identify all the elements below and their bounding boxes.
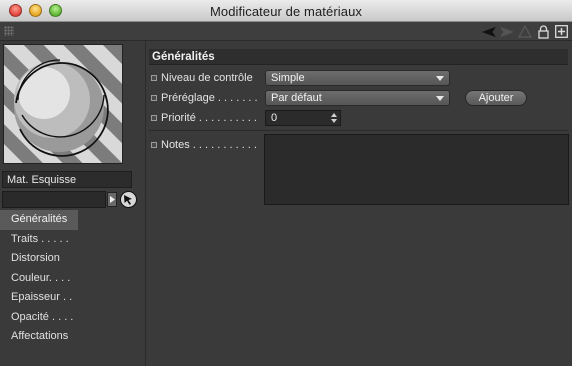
nav-item-epaisseur[interactable]: Epaisseur . .	[0, 288, 146, 308]
search-row	[2, 191, 137, 209]
arrow-left-icon[interactable]	[482, 25, 496, 39]
window-title: Modificateur de matériaux	[209, 4, 363, 19]
chevron-down-icon	[436, 76, 444, 81]
arrow-right-icon[interactable]	[500, 25, 514, 39]
preset-dropdown[interactable]: Par défaut	[265, 90, 450, 106]
animate-toggle[interactable]	[151, 142, 157, 148]
grip-icon[interactable]	[4, 26, 14, 36]
lock-icon[interactable]	[536, 24, 550, 39]
divider	[149, 130, 568, 131]
preset-row: Préréglage . . . . . . .	[151, 89, 258, 107]
section-header: Généralités	[149, 49, 568, 65]
priority-row: Priorité . . . . . . . . . .	[151, 109, 257, 127]
pick-cursor-icon[interactable]	[120, 191, 137, 208]
nav-item-affectations[interactable]: Affectations	[0, 327, 146, 347]
notes-textarea[interactable]	[264, 134, 569, 205]
stepper-icon[interactable]	[331, 113, 337, 123]
new-window-icon[interactable]	[554, 25, 568, 39]
triangle-icon[interactable]	[518, 25, 532, 39]
nav-item-opacite[interactable]: Opacité . . . .	[0, 308, 146, 328]
chevron-right-icon[interactable]	[107, 192, 117, 207]
left-panel: Mat. Esquisse Généralités Traits . . . .…	[0, 41, 146, 366]
animate-toggle[interactable]	[151, 95, 157, 101]
preset-label: Préréglage . . . . . . .	[161, 92, 258, 104]
toolstrip-icons	[482, 24, 568, 39]
notes-row: Notes . . . . . . . . . . .	[151, 136, 257, 154]
chevron-down-icon	[436, 96, 444, 101]
control-level-value: Simple	[271, 72, 305, 84]
animate-toggle[interactable]	[151, 75, 157, 81]
settings-panel: Généralités Niveau de contrôle Simple Pr…	[147, 41, 572, 366]
notes-label: Notes . . . . . . . . . . .	[161, 139, 257, 151]
animate-toggle[interactable]	[151, 115, 157, 121]
control-level-label: Niveau de contrôle	[161, 72, 253, 84]
material-preview	[3, 44, 123, 164]
priority-value: 0	[271, 112, 278, 124]
priority-input[interactable]: 0	[265, 110, 341, 126]
preset-value: Par défaut	[271, 92, 322, 104]
control-level-dropdown[interactable]: Simple	[265, 70, 450, 86]
tool-strip	[0, 22, 572, 41]
nav-item-generalites[interactable]: Généralités	[0, 210, 78, 230]
nav-item-distorsion[interactable]: Distorsion	[0, 249, 146, 269]
search-input[interactable]	[2, 191, 106, 208]
control-level-row: Niveau de contrôle	[151, 69, 253, 87]
section-nav: Généralités Traits . . . . . Distorsion …	[0, 210, 146, 347]
title-bar: Modificateur de matériaux	[0, 0, 572, 22]
nav-item-couleur[interactable]: Couleur. . . .	[0, 269, 146, 289]
material-name-field[interactable]: Mat. Esquisse	[2, 171, 132, 188]
nav-item-traits[interactable]: Traits . . . . .	[0, 230, 146, 250]
priority-label: Priorité . . . . . . . . . .	[161, 112, 257, 124]
add-preset-button[interactable]: Ajouter	[465, 90, 527, 106]
